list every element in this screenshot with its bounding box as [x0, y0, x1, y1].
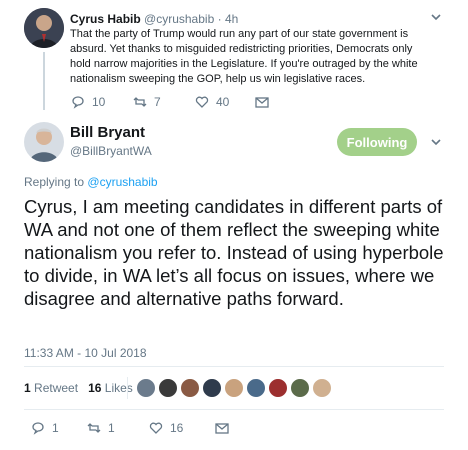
following-button[interactable]: Following — [337, 128, 417, 156]
liker-avatar[interactable] — [224, 378, 244, 398]
liker-avatar[interactable] — [312, 378, 332, 398]
parent-retweet-button[interactable]: 7 — [132, 94, 161, 110]
retweet-stat[interactable]: 1 Retweet — [24, 381, 81, 395]
liker-avatar[interactable] — [246, 378, 266, 398]
main-like-count: 16 — [170, 421, 184, 435]
liker-avatar[interactable] — [158, 378, 178, 398]
parent-tweet-text: That the party of Trump would run any pa… — [70, 28, 418, 85]
main-caret-icon[interactable] — [429, 135, 443, 149]
parent-like-button[interactable]: 40 — [194, 94, 229, 110]
reply-icon — [32, 422, 44, 435]
liker-avatar[interactable] — [202, 378, 222, 398]
main-reply-count: 1 — [52, 421, 59, 435]
main-reply-button[interactable]: 1 — [30, 420, 59, 436]
heart-icon — [149, 422, 163, 434]
main-display-name[interactable]: Bill Bryant — [70, 124, 145, 141]
envelope-icon — [215, 423, 229, 434]
parent-handle[interactable]: @cyrushabib — [144, 12, 214, 26]
replying-prefix: Replying to — [24, 175, 85, 189]
retweet-stat-label: Retweet — [34, 381, 79, 395]
retweet-icon — [87, 423, 101, 433]
main-retweet-button[interactable]: 1 — [86, 420, 115, 436]
main-actions: 1 1 16 — [30, 420, 410, 438]
liker-avatars — [136, 378, 332, 398]
parent-retweet-count: 7 — [154, 95, 161, 109]
parent-reply-button[interactable]: 10 — [70, 94, 105, 110]
parent-avatar[interactable] — [24, 8, 64, 48]
vertical-separator — [127, 377, 128, 399]
parent-actions: 10 7 40 — [70, 94, 290, 110]
divider-bottom — [24, 409, 444, 410]
parent-time[interactable]: 4h — [225, 12, 238, 26]
liker-avatar[interactable] — [268, 378, 288, 398]
parent-separator: · — [217, 12, 222, 26]
engagement-stats: 1 Retweet 16 Likes — [24, 381, 133, 395]
liker-avatar[interactable] — [290, 378, 310, 398]
parent-tweet-header: Cyrus Habib @cyrushabib · 4h — [70, 12, 238, 26]
main-avatar[interactable] — [24, 122, 64, 162]
envelope-icon — [255, 97, 269, 108]
like-stat-count: 16 — [88, 381, 102, 395]
retweet-stat-count: 1 — [24, 381, 31, 395]
like-stat-label: Likes — [104, 381, 133, 395]
liker-avatar[interactable] — [180, 378, 200, 398]
parent-caret-icon[interactable] — [429, 10, 443, 24]
parent-reply-count: 10 — [92, 95, 106, 109]
main-handle[interactable]: @BillBryantWA — [70, 144, 152, 158]
reply-icon — [72, 96, 84, 109]
replying-to-link[interactable]: @cyrushabib — [87, 175, 157, 189]
main-like-button[interactable]: 16 — [148, 420, 183, 436]
main-tweet-text: Cyrus, I am meeting candidates in differ… — [24, 196, 444, 309]
parent-dm-button[interactable] — [254, 94, 270, 110]
retweet-icon — [133, 97, 147, 107]
main-dm-button[interactable] — [214, 420, 230, 436]
divider-top — [24, 366, 444, 367]
heart-icon — [195, 96, 209, 108]
liker-avatar[interactable] — [136, 378, 156, 398]
parent-display-name[interactable]: Cyrus Habib — [70, 12, 141, 26]
parent-like-count: 40 — [216, 95, 230, 109]
thread-line — [43, 52, 45, 110]
main-retweet-count: 1 — [108, 421, 115, 435]
replying-to-line: Replying to @cyrushabib — [24, 175, 158, 189]
main-timestamp[interactable]: 11:33 AM - 10 Jul 2018 — [24, 346, 147, 360]
